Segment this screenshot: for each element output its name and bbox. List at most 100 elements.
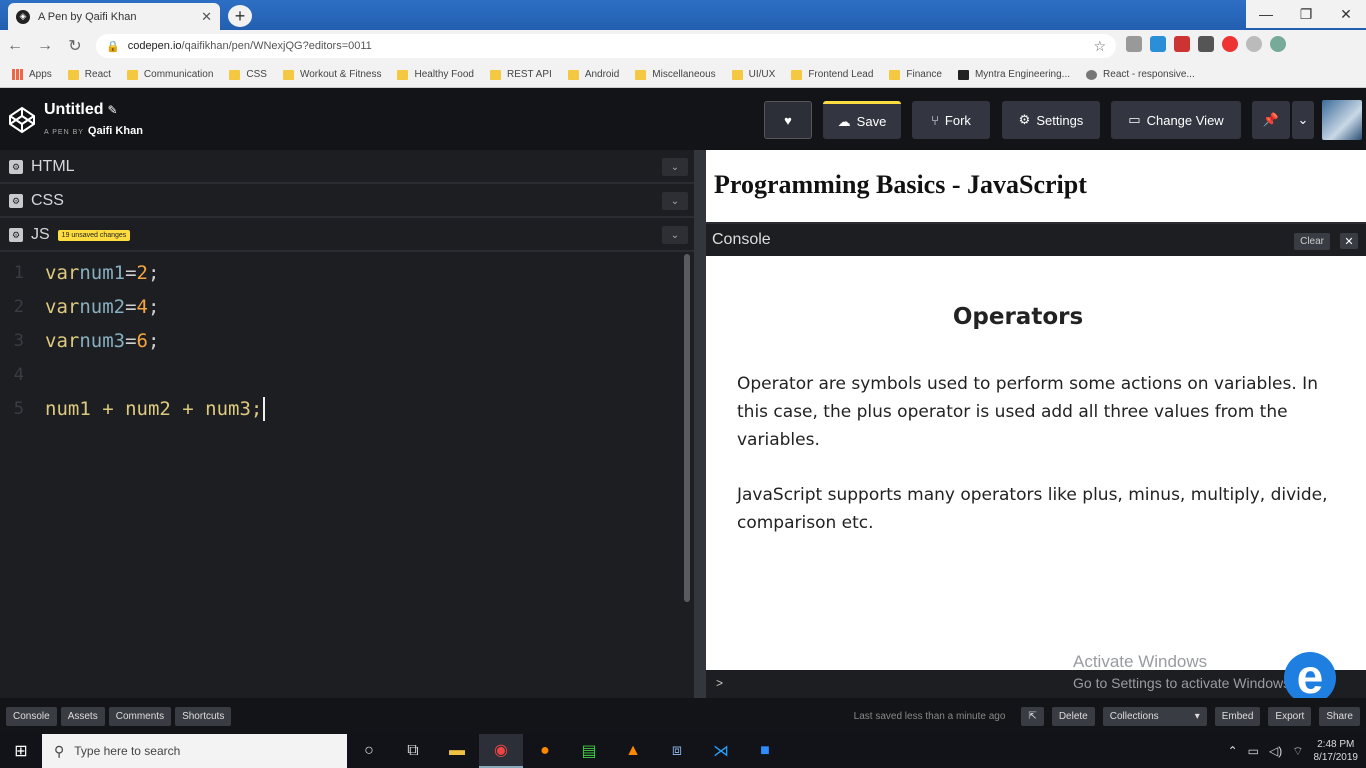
cloud-icon: ☁: [837, 113, 851, 129]
lesson-slide: Operators Operator are symbols used to p…: [706, 256, 1366, 670]
adblock-icon[interactable]: [1222, 36, 1238, 52]
js-code-editor[interactable]: 1 var num1 = 2; 2 var num2 = 4; 3 var num3 …: [0, 254, 686, 698]
extension-icon[interactable]: [1246, 36, 1262, 52]
js-editor-header[interactable]: ⚙ JS 19 unsaved changes ⌄: [0, 220, 694, 252]
bookmark-star-icon[interactable]: ☆: [1093, 38, 1106, 55]
file-explorer-icon[interactable]: ▬: [435, 734, 479, 768]
html-editor-header[interactable]: ⚙ HTML ⌄: [0, 152, 694, 184]
settings-button[interactable]: ⚙ Settings: [1002, 101, 1100, 139]
browser-tab-bar: ◈ A Pen by Qaifi Khan ✕ + — ❐ ✕: [0, 0, 1366, 30]
browser-tab[interactable]: ◈ A Pen by Qaifi Khan ✕: [8, 3, 220, 30]
wifi-icon[interactable]: ⌔: [1292, 744, 1303, 759]
zoom-icon[interactable]: ■: [743, 734, 787, 768]
pin-dropdown-button[interactable]: ⌄: [1292, 101, 1314, 139]
vscode-icon[interactable]: ⋊: [699, 734, 743, 768]
bookmark-folder[interactable]: React: [67, 69, 111, 80]
save-button[interactable]: ☁ Save: [823, 101, 901, 139]
external-link-icon[interactable]: ⇱: [1021, 707, 1044, 726]
shortcuts-button[interactable]: Shortcuts: [175, 706, 232, 726]
extension-icon[interactable]: [1126, 36, 1142, 52]
notepad-plus-icon[interactable]: ▤: [567, 734, 611, 768]
volume-icon[interactable]: ◁): [1269, 744, 1282, 758]
gear-icon[interactable]: ⚙: [9, 194, 23, 208]
profile-icon[interactable]: [1270, 36, 1286, 52]
maximize-window-button[interactable]: ❐: [1286, 0, 1326, 28]
firefox-icon[interactable]: ●: [523, 734, 567, 768]
folder-icon: [397, 69, 409, 80]
close-tab-icon[interactable]: ✕: [201, 9, 212, 25]
task-view-icon[interactable]: ⧉: [391, 734, 435, 768]
comments-button[interactable]: Comments: [108, 706, 172, 726]
fork-icon: ⑂: [931, 112, 939, 128]
network-app-icon[interactable]: ⧈: [655, 734, 699, 768]
bookmark-folder[interactable]: Miscellaneous: [635, 69, 716, 80]
chevron-up-icon[interactable]: ⌃: [1228, 744, 1238, 758]
delete-button[interactable]: Delete: [1051, 707, 1095, 726]
extension-icons: [1126, 36, 1286, 52]
forward-arrow-icon[interactable]: →: [30, 37, 60, 55]
back-arrow-icon[interactable]: ←: [0, 37, 30, 55]
change-view-button[interactable]: ▭ Change View: [1111, 101, 1241, 139]
preview-heading: Programming Basics - JavaScript: [714, 170, 1087, 199]
slide-title: Operators: [952, 304, 1084, 330]
codepen-favicon-icon: ◈: [16, 9, 30, 24]
url-input[interactable]: 🔒 codepen.io /qaifikhan/pen/WNexjQG?edit…: [96, 34, 1116, 58]
bookmark-folder[interactable]: REST API: [489, 69, 552, 80]
embed-button[interactable]: Embed: [1214, 707, 1261, 726]
bookmark-folder[interactable]: Frontend Lead: [791, 69, 873, 80]
chevron-down-icon[interactable]: ⌄: [662, 192, 688, 210]
chrome-icon[interactable]: ◉: [479, 734, 523, 768]
windows-start-icon[interactable]: ⊞: [0, 734, 42, 768]
pen-title[interactable]: Untitled ✎: [44, 101, 118, 119]
folder-icon: [791, 69, 803, 80]
pin-button[interactable]: 📌: [1252, 101, 1290, 139]
folder-icon: [567, 69, 579, 80]
editor-scrollbar[interactable]: [684, 254, 690, 602]
css-editor-header[interactable]: ⚙ CSS ⌄: [0, 186, 694, 218]
gear-icon[interactable]: ⚙: [9, 228, 23, 242]
bookmark-folder[interactable]: Workout & Fitness: [282, 69, 381, 80]
bookmark-folder[interactable]: Finance: [889, 69, 942, 80]
assets-button[interactable]: Assets: [60, 706, 105, 726]
extension-icon[interactable]: [1150, 36, 1166, 52]
bookmark-folder[interactable]: Communication: [126, 69, 213, 80]
share-button[interactable]: Share: [1319, 707, 1360, 726]
author-name[interactable]: Qaifi Khan: [88, 125, 143, 137]
bookmark-folder[interactable]: CSS: [229, 69, 267, 80]
collections-dropdown[interactable]: Collections ▾: [1102, 707, 1207, 726]
console-button[interactable]: Console: [6, 706, 57, 726]
chevron-down-icon[interactable]: ⌄: [662, 226, 688, 244]
extension-icon[interactable]: [1198, 36, 1214, 52]
system-tray: ⌃ ▭ ◁) ⌔ 2:48 PM 8/17/2019: [1228, 734, 1358, 768]
lock-icon: 🔒: [106, 40, 120, 53]
bookmark-folder[interactable]: UI/UX: [731, 69, 775, 80]
reload-icon[interactable]: ↻: [60, 36, 90, 56]
vlc-icon[interactable]: ▲: [611, 734, 655, 768]
taskbar-search-input[interactable]: ⚲ Type here to search: [42, 734, 347, 768]
bookmark-folder[interactable]: Android: [567, 69, 619, 80]
bookmark-folder[interactable]: Healthy Food: [397, 69, 474, 80]
bookmark-link[interactable]: Myntra Engineering...: [957, 69, 1070, 80]
close-window-button[interactable]: ✕: [1326, 0, 1366, 28]
fork-button[interactable]: ⑂ Fork: [912, 101, 990, 139]
bookmark-link[interactable]: React - responsive...: [1086, 69, 1195, 80]
close-icon[interactable]: ✕: [1340, 233, 1358, 249]
cortana-icon[interactable]: ○: [347, 734, 391, 768]
console-clear-button[interactable]: Clear: [1294, 233, 1330, 250]
chevron-down-icon[interactable]: ⌄: [662, 158, 688, 176]
bookmark-apps[interactable]: Apps: [12, 69, 52, 80]
love-button[interactable]: ♥: [764, 101, 812, 139]
gear-icon[interactable]: ⚙: [9, 160, 23, 174]
new-tab-button[interactable]: +: [228, 5, 252, 27]
clock[interactable]: 2:48 PM 8/17/2019: [1314, 738, 1359, 764]
codepen-logo-icon[interactable]: [8, 106, 36, 134]
pencil-edit-icon[interactable]: ✎: [108, 103, 118, 117]
pane-resize-handle[interactable]: [694, 150, 706, 698]
export-button[interactable]: Export: [1268, 707, 1312, 726]
extension-icon[interactable]: [1174, 36, 1190, 52]
user-avatar[interactable]: [1322, 100, 1362, 140]
minimize-window-button[interactable]: —: [1246, 0, 1286, 28]
network-icon[interactable]: ▭: [1248, 744, 1259, 758]
console-prompt: >: [716, 676, 724, 690]
slide-paragraph: Operator are symbols used to perform som…: [737, 374, 1318, 450]
